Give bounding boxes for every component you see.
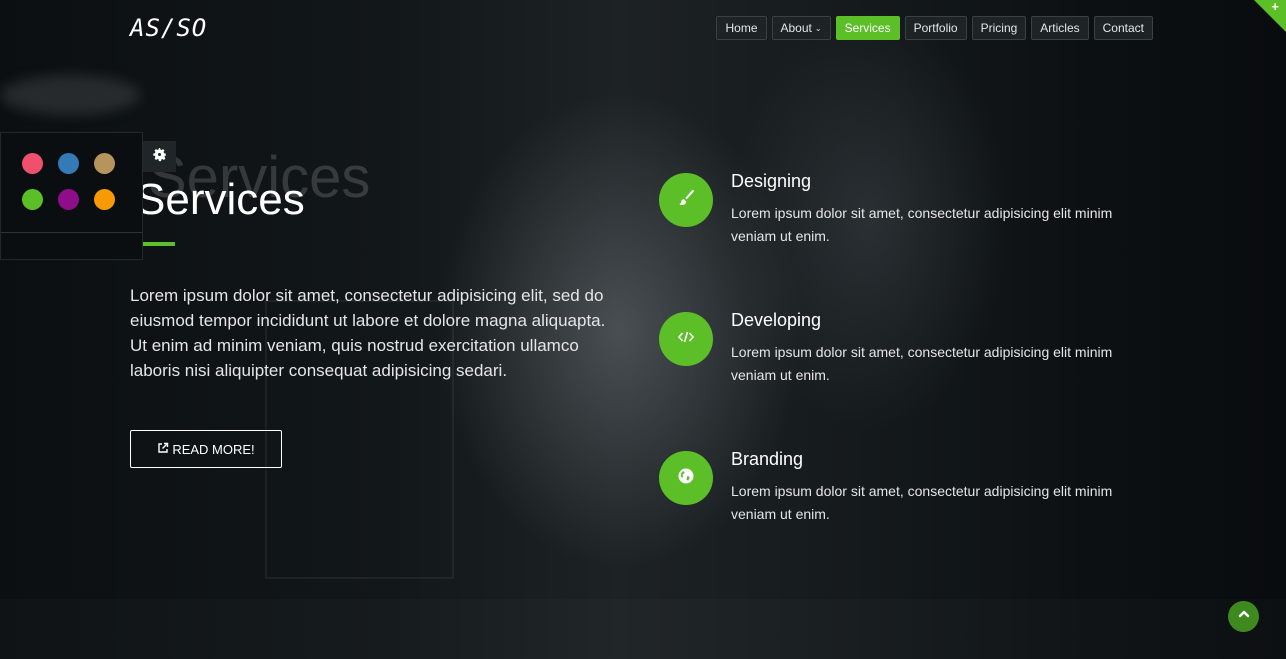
read-more-label: READ MORE!	[172, 441, 255, 457]
background-lamp	[0, 75, 140, 115]
nav-contact[interactable]: Contact	[1093, 16, 1153, 40]
style-switcher-toggle[interactable]	[143, 141, 176, 172]
service-desc-developing: Lorem ipsum dolor sit amet, consectetur …	[731, 344, 1113, 383]
globe-icon	[677, 467, 695, 490]
service-designing-icon-circle	[659, 173, 713, 227]
nav-pricing[interactable]: Pricing	[971, 16, 1027, 40]
section-title: Services	[136, 175, 305, 224]
service-title-branding: Branding	[731, 449, 804, 469]
nav-pricing-label: Pricing	[980, 21, 1018, 35]
nav-home-label: Home	[725, 21, 758, 35]
corner-ribbon	[1254, 0, 1286, 32]
gear-icon	[152, 147, 167, 166]
nav-services[interactable]: Services	[835, 16, 900, 40]
section-intro: Lorem ipsum dolor sit amet, consectetur …	[130, 286, 606, 380]
color-swatch-tan[interactable]	[94, 153, 115, 174]
nav-about[interactable]: About ⌄	[771, 16, 831, 40]
nav-services-label: Services	[844, 21, 891, 35]
color-swatch-green[interactable]	[22, 189, 43, 210]
color-swatch-red[interactable]	[22, 153, 43, 174]
site-logo[interactable]: AS/SO	[130, 14, 207, 42]
color-swatch-blue[interactable]	[58, 153, 79, 174]
background-floor	[0, 599, 1286, 659]
read-more-button[interactable]: READ MORE!	[130, 430, 282, 468]
service-title-developing: Developing	[731, 310, 822, 330]
color-swatch-purple[interactable]	[58, 189, 79, 210]
nav-home[interactable]: Home	[716, 16, 767, 40]
nav-portfolio-label: Portfolio	[913, 21, 958, 35]
external-link-icon	[157, 442, 169, 457]
main-nav: Home About ⌄ Services Portfolio Pricing A…	[716, 16, 1153, 40]
nav-articles[interactable]: Articles	[1031, 16, 1089, 40]
code-icon	[676, 327, 696, 352]
service-desc-designing: Lorem ipsum dolor sit amet, consectetur …	[731, 205, 1113, 244]
plus-icon[interactable]: +	[1271, 0, 1279, 14]
chevron-down-icon: ⌄	[814, 23, 822, 33]
switcher-divider	[1, 232, 142, 233]
nav-contact-label: Contact	[1102, 21, 1144, 35]
service-desc-branding: Lorem ipsum dolor sit amet, consectetur …	[731, 483, 1113, 522]
nav-portfolio[interactable]: Portfolio	[904, 16, 967, 40]
service-title-designing: Designing	[731, 171, 812, 191]
nav-about-label: About	[780, 21, 812, 35]
style-switcher-panel	[0, 132, 143, 260]
nav-articles-label: Articles	[1040, 21, 1080, 35]
paint-brush-icon	[676, 188, 696, 213]
service-developing-icon-circle	[659, 312, 713, 366]
service-branding-icon-circle	[659, 451, 713, 505]
chevron-up-icon	[1237, 607, 1251, 626]
scroll-to-top-button[interactable]	[1228, 601, 1259, 632]
color-swatch-orange[interactable]	[94, 189, 115, 210]
